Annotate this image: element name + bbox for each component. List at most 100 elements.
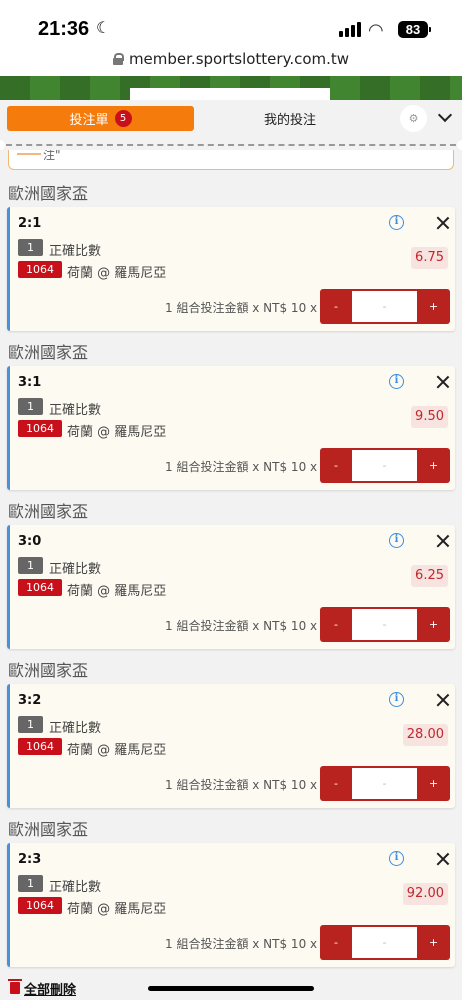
quantity-badge: 1	[18, 239, 43, 256]
quantity-badge: 1	[18, 716, 43, 733]
bet-group: 歐洲國家盃 3:0 i 1 正確比數 1064 荷蘭 @ 羅馬尼亞 6.25 1…	[0, 494, 462, 653]
lock-icon	[112, 53, 124, 65]
selection-score: 2:1	[18, 216, 42, 231]
market-name: 正確比數	[49, 403, 102, 418]
ticket-divider	[0, 140, 462, 150]
quantity-badge: 1	[18, 875, 43, 892]
increase-button[interactable]: +	[417, 766, 450, 801]
increase-button[interactable]: +	[417, 607, 450, 642]
bet-card: 3:2 i 1 正確比數 1064 荷蘭 @ 羅馬尼亞 28.00 1 組合投注…	[7, 684, 455, 808]
bet-group: 歐洲國家盃 3:2 i 1 正確比數 1064 荷蘭 @ 羅馬尼亞 28.00 …	[0, 653, 462, 812]
url-text: member.sportslottery.com.tw	[128, 50, 350, 68]
chevron-down-icon[interactable]	[437, 109, 453, 125]
bet-group: 歐洲國家盃 3:1 i 1 正確比數 1064 荷蘭 @ 羅馬尼亞 9.50 1…	[0, 335, 462, 494]
selection-score: 3:1	[18, 375, 42, 390]
league-title: 歐洲國家盃	[8, 343, 89, 362]
stake-input[interactable]: -	[352, 927, 417, 958]
decrease-button[interactable]: -	[320, 448, 352, 483]
notice-text: 注"	[43, 150, 61, 162]
betslip-count-badge: 5	[114, 110, 132, 127]
close-icon[interactable]	[435, 851, 451, 867]
wifi-icon: ◠	[368, 20, 384, 41]
match-code-badge: 1064	[18, 897, 62, 914]
trash-icon[interactable]	[8, 979, 22, 994]
odds-value: 6.75	[411, 247, 448, 269]
stake-label: 1 組合投注金額 x NT$ 10 x	[165, 619, 318, 633]
increase-button[interactable]: +	[417, 448, 450, 483]
betslip-footer: 全部刪除	[0, 976, 462, 1000]
match-code-badge: 1064	[18, 579, 62, 596]
decrease-button[interactable]: -	[320, 766, 352, 801]
increase-button[interactable]: +	[417, 925, 450, 960]
match-code-badge: 1064	[18, 738, 62, 755]
address-bar[interactable]: member.sportslottery.com.tw	[0, 42, 462, 76]
betslip-tabbar: 投注單 5 我的投注 ⚙	[0, 100, 462, 138]
market-name: 正確比數	[49, 880, 102, 895]
quantity-badge: 1	[18, 398, 43, 415]
info-icon[interactable]: i	[389, 692, 404, 707]
match-name: 荷蘭 @ 羅馬尼亞	[67, 584, 167, 599]
decrease-button[interactable]: -	[320, 607, 352, 642]
market-name: 正確比數	[49, 721, 102, 736]
stake-label: 1 組合投注金額 x NT$ 10 x	[165, 937, 318, 951]
bet-card: 3:0 i 1 正確比數 1064 荷蘭 @ 羅馬尼亞 6.25 1 組合投注金…	[7, 525, 455, 649]
selection-score: 2:3	[18, 852, 42, 867]
gear-icon[interactable]: ⚙	[400, 105, 427, 132]
tab-betslip[interactable]: 投注單 5	[7, 106, 194, 131]
close-icon[interactable]	[435, 374, 451, 390]
odds-value: 9.50	[411, 406, 448, 428]
bet-card: 2:1 i 1 正確比數 1064 荷蘭 @ 羅馬尼亞 6.75 1 組合投注金…	[7, 207, 455, 331]
stake-input[interactable]: -	[352, 450, 417, 481]
match-name: 荷蘭 @ 羅馬尼亞	[67, 425, 167, 440]
league-title: 歐洲國家盃	[8, 820, 89, 839]
stake-stepper: - - +	[320, 766, 450, 801]
close-icon[interactable]	[435, 533, 451, 549]
moon-icon: ☾	[96, 18, 111, 37]
close-icon[interactable]	[435, 692, 451, 708]
odds-value: 92.00	[402, 883, 448, 905]
league-title: 歐洲國家盃	[8, 184, 89, 203]
bet-group: 歐洲國家盃 2:1 i 1 正確比數 1064 荷蘭 @ 羅馬尼亞 6.75 1…	[0, 176, 462, 335]
cellular-signal-icon	[339, 22, 361, 37]
match-name: 荷蘭 @ 羅馬尼亞	[67, 266, 167, 281]
decrease-button[interactable]: -	[320, 925, 352, 960]
league-title: 歐洲國家盃	[8, 502, 89, 521]
stake-label: 1 組合投注金額 x NT$ 10 x	[165, 301, 318, 315]
decrease-button[interactable]: -	[320, 289, 352, 324]
stake-stepper: - - +	[320, 289, 450, 324]
battery-icon: 83	[398, 21, 431, 38]
stake-label: 1 組合投注金額 x NT$ 10 x	[165, 778, 318, 792]
stake-input[interactable]: -	[352, 609, 417, 640]
selection-score: 3:0	[18, 534, 42, 549]
home-indicator	[148, 986, 314, 991]
selection-score: 3:2	[18, 693, 42, 708]
stake-input[interactable]: -	[352, 768, 417, 799]
banner-image	[0, 76, 462, 100]
info-icon[interactable]: i	[389, 215, 404, 230]
tab-my-bets[interactable]: 我的投注	[230, 106, 350, 131]
stake-input[interactable]: -	[352, 291, 417, 322]
increase-button[interactable]: +	[417, 289, 450, 324]
odds-value: 6.25	[411, 565, 448, 587]
bet-card: 3:1 i 1 正確比數 1064 荷蘭 @ 羅馬尼亞 9.50 1 組合投注金…	[7, 366, 455, 490]
market-name: 正確比數	[49, 562, 102, 577]
status-bar: 21:36 ☾ ◠ 83	[0, 0, 462, 42]
market-name: 正確比數	[49, 244, 102, 259]
delete-all-button[interactable]: 全部刪除	[24, 979, 76, 998]
stake-stepper: - - +	[320, 607, 450, 642]
league-title: 歐洲國家盃	[8, 661, 89, 680]
info-icon[interactable]: i	[389, 533, 404, 548]
match-code-badge: 1064	[18, 420, 62, 437]
quantity-badge: 1	[18, 557, 43, 574]
betslip-notice: 注"	[8, 150, 454, 170]
stake-stepper: - - +	[320, 448, 450, 483]
tab-betslip-label: 投注單	[69, 113, 109, 128]
info-icon[interactable]: i	[389, 851, 404, 866]
close-icon[interactable]	[435, 215, 451, 231]
bet-group: 歐洲國家盃 2:3 i 1 正確比數 1064 荷蘭 @ 羅馬尼亞 92.00 …	[0, 812, 462, 971]
status-time: 21:36	[38, 18, 90, 40]
stake-stepper: - - +	[320, 925, 450, 960]
stake-label: 1 組合投注金額 x NT$ 10 x	[165, 460, 318, 474]
info-icon[interactable]: i	[389, 374, 404, 389]
match-code-badge: 1064	[18, 261, 62, 278]
